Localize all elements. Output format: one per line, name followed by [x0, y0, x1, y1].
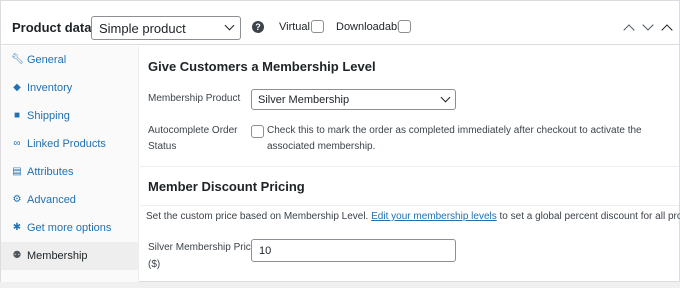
discount-description: Set the custom price based on Membership…: [146, 211, 680, 222]
move-down-icon[interactable]: [642, 19, 654, 31]
tab-general[interactable]: 🔧︎ General: [1, 46, 139, 74]
section-divider: [140, 166, 679, 167]
virtual-label: Virtual:: [279, 21, 314, 33]
product-data-header: Product data — Simple product ? Virtual:…: [1, 1, 679, 45]
wrench-icon: 🔧︎: [11, 54, 24, 65]
autocomplete-checkbox[interactable]: [251, 125, 264, 138]
price-label-line1: Silver Membership Price: [148, 242, 257, 253]
membership-product-value: Silver Membership: [258, 94, 350, 106]
tab-linked-products[interactable]: ∞ Linked Products: [1, 130, 139, 158]
membership-product-select[interactable]: Silver Membership: [251, 89, 456, 110]
link-icon: ∞: [13, 138, 21, 149]
silver-membership-price-input[interactable]: 10: [251, 239, 456, 262]
tab-attributes[interactable]: ▤ Attributes: [1, 158, 139, 186]
membership-heading: Give Customers a Membership Level: [148, 59, 376, 74]
chevron-down-icon: [224, 20, 235, 31]
discount-heading: Member Discount Pricing: [148, 179, 305, 194]
truck-icon: ■: [13, 110, 21, 121]
autocomplete-desc-line1: Check this to mark the order as complete…: [267, 125, 642, 136]
autocomplete-desc-line2: associated membership.: [267, 141, 376, 152]
tab-shipping[interactable]: ■ Shipping: [1, 102, 139, 130]
plugin-icon: ✱: [12, 222, 22, 233]
membership-product-label: Membership Product: [148, 93, 241, 104]
edit-membership-levels-link[interactable]: Edit your membership levels: [371, 211, 497, 222]
tab-membership[interactable]: ⚉ Membership: [1, 242, 139, 270]
chevron-down-icon: [440, 92, 451, 103]
tab-advanced[interactable]: ⚙ Advanced: [1, 186, 139, 214]
virtual-checkbox[interactable]: [311, 20, 324, 33]
membership-icon: ⚉: [12, 250, 22, 261]
table-icon: ▤: [12, 166, 22, 177]
product-type-select[interactable]: Simple product: [91, 16, 241, 40]
tab-inventory[interactable]: ◆ Inventory: [1, 74, 139, 102]
autocomplete-label-line1: Autocomplete Order: [148, 125, 238, 136]
section-divider: [140, 205, 679, 206]
product-data-tabs: 🔧︎ General ◆ Inventory ■ Shipping ∞ Link…: [1, 46, 139, 282]
help-icon[interactable]: ?: [252, 21, 264, 33]
product-type-value: Simple product: [99, 21, 186, 36]
gear-icon: ⚙: [12, 194, 22, 205]
tag-icon: ◆: [13, 82, 21, 93]
price-label-line2: ($): [148, 259, 161, 270]
move-up-icon[interactable]: [623, 24, 635, 36]
downloadable-checkbox[interactable]: [398, 20, 411, 33]
autocomplete-label-line2: Status: [148, 141, 177, 152]
collapse-toggle-icon[interactable]: [661, 24, 673, 36]
tab-get-more-options[interactable]: ✱ Get more options: [1, 214, 139, 242]
product-data-panel: Product data — Simple product ? Virtual:…: [0, 0, 680, 282]
